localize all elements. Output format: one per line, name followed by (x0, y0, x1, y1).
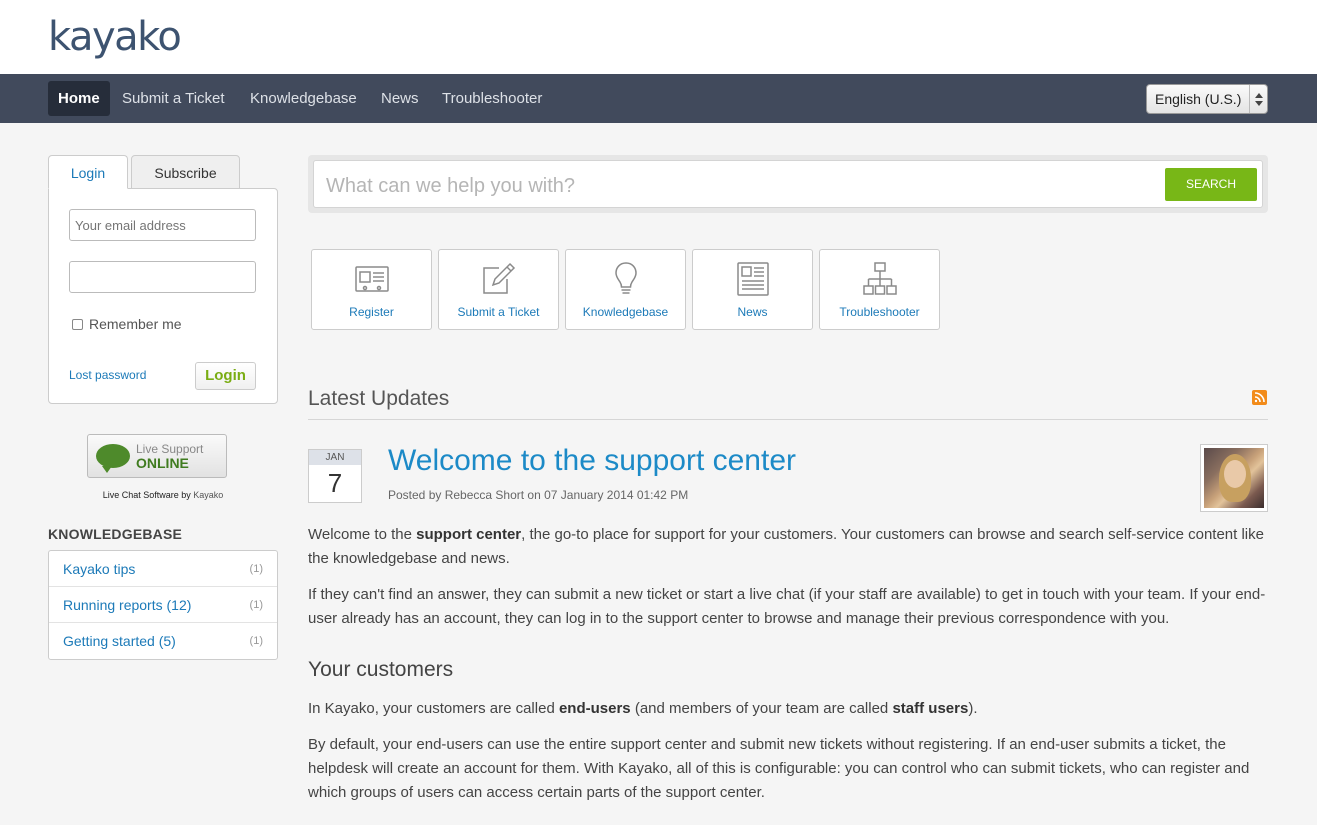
lost-password-link[interactable]: Lost password (69, 368, 146, 382)
tile-knowledgebase[interactable]: Knowledgebase (565, 249, 686, 330)
search-input[interactable]: What can we help you with? SEARCH (313, 160, 1263, 208)
nav-news[interactable]: News (371, 81, 429, 116)
knowledgebase-list: Kayako tips (1) Running reports (12) (1)… (48, 550, 278, 660)
main-nav: Home Submit a Ticket Knowledgebase News … (0, 74, 1317, 123)
list-item[interactable]: Running reports (12) (1) (49, 587, 277, 623)
nav-troubleshooter[interactable]: Troubleshooter (432, 81, 552, 116)
live-support-status: ONLINE (136, 455, 189, 471)
lightbulb-icon (615, 262, 637, 294)
tile-register[interactable]: Register (311, 249, 432, 330)
sitemap-icon (863, 262, 897, 295)
tile-news[interactable]: News (692, 249, 813, 330)
tab-subscribe[interactable]: Subscribe (131, 155, 240, 189)
remember-me-label: Remember me (89, 316, 182, 332)
language-select[interactable]: English (U.S.) (1146, 84, 1268, 114)
email-input[interactable] (69, 209, 256, 241)
post-paragraph-2: If they can't find an answer, they can s… (308, 586, 1266, 627)
remember-me[interactable]: Remember me (72, 316, 182, 332)
kayako-credit-link[interactable]: Kayako (193, 490, 223, 500)
list-item[interactable]: Kayako tips (1) (49, 551, 277, 587)
tile-label: News (737, 305, 768, 319)
edit-pencil-icon (483, 262, 516, 294)
post-date: JAN 7 (308, 449, 362, 503)
search-button[interactable]: SEARCH (1165, 168, 1257, 201)
list-item[interactable]: Getting started (5) (1) (49, 623, 277, 659)
tile-label: Register (349, 305, 394, 319)
live-support-label: Live Support (136, 442, 204, 456)
post-paragraph-4: By default, your end-users can use the e… (308, 736, 1250, 801)
kb-category-link[interactable]: Getting started (5) (63, 633, 176, 649)
register-card-icon (355, 266, 389, 292)
tile-label: Submit a Ticket (457, 305, 540, 319)
search-bar: What can we help you with? SEARCH (308, 155, 1268, 213)
tab-login[interactable]: Login (48, 155, 128, 189)
post-title-link[interactable]: Welcome to the support center (388, 444, 796, 478)
login-panel: Remember me Lost password Login (48, 188, 278, 404)
kb-category-link[interactable]: Kayako tips (63, 561, 135, 577)
post-subheading: Your customers (308, 658, 454, 681)
remember-me-checkbox[interactable] (72, 318, 83, 330)
tile-label: Troubleshooter (839, 305, 920, 319)
post-paragraph-1: Welcome to the support center, the go-to… (308, 526, 1264, 567)
tile-label: Knowledgebase (582, 305, 669, 319)
latest-updates-heading: Latest Updates (308, 387, 450, 410)
rss-feed-icon[interactable] (1252, 390, 1267, 405)
post-month: JAN (309, 450, 361, 465)
tile-troubleshooter[interactable]: Troubleshooter (819, 249, 940, 330)
post-meta: Posted by Rebecca Short on 07 January 20… (388, 488, 689, 502)
header-bar: kayako (0, 0, 1317, 74)
nav-home[interactable]: Home (48, 81, 110, 116)
chat-bubble-icon (96, 444, 130, 473)
divider (308, 419, 1268, 420)
search-placeholder: What can we help you with? (326, 175, 576, 197)
newspaper-icon (737, 262, 769, 296)
kb-category-link[interactable]: Running reports (12) (63, 597, 191, 613)
chat-credit: Live Chat Software by Kayako (102, 490, 224, 500)
kb-count: (1) (249, 563, 263, 575)
language-value: English (U.S.) (1155, 91, 1242, 107)
kb-count: (1) (249, 599, 263, 611)
kb-count: (1) (249, 635, 263, 647)
live-support-button[interactable]: Live Support ONLINE (87, 434, 227, 478)
password-input[interactable] (69, 261, 256, 293)
nav-submit-ticket[interactable]: Submit a Ticket (112, 81, 235, 116)
knowledgebase-heading: KNOWLEDGEBASE (48, 526, 183, 542)
author-avatar (1200, 444, 1268, 512)
tile-submit-ticket[interactable]: Submit a Ticket (438, 249, 559, 330)
post-paragraph-3: In Kayako, your customers are called end… (308, 700, 978, 717)
select-arrows-icon (1249, 85, 1267, 113)
kayako-logo[interactable]: kayako (48, 14, 182, 60)
post-day: 7 (327, 468, 343, 498)
nav-knowledgebase[interactable]: Knowledgebase (240, 81, 367, 116)
login-button[interactable]: Login (195, 362, 256, 390)
